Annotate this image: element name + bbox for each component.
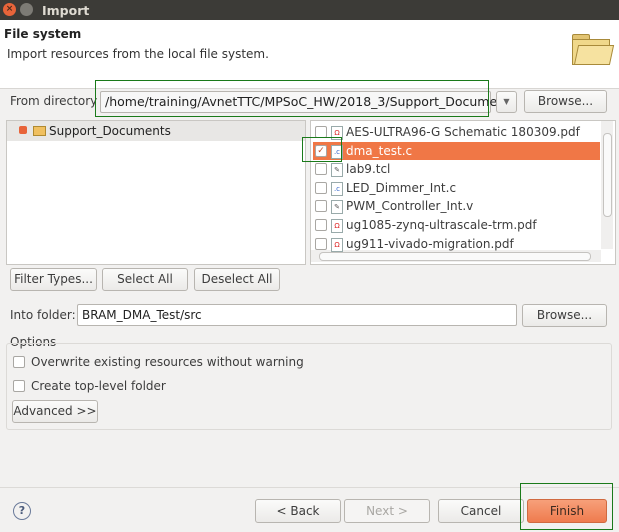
- title-bar: × Import: [0, 0, 619, 20]
- file-list-item[interactable]: ✎ PWM_Controller_Int.v: [313, 197, 600, 215]
- folder-open-icon: [570, 34, 615, 65]
- file-name: AES-ULTRA96-G Schematic 180309.pdf: [346, 125, 580, 139]
- file-name: dma_test.c: [346, 143, 413, 158]
- folder-icon: [33, 126, 46, 136]
- file-checkbox[interactable]: [315, 237, 327, 250]
- window-title: Import: [42, 3, 90, 18]
- file-name: ug911-vivado-migration.pdf: [346, 236, 514, 251]
- vertical-scrollbar[interactable]: [601, 121, 613, 249]
- help-icon[interactable]: ?: [13, 502, 31, 520]
- minimize-icon[interactable]: [20, 3, 33, 16]
- highlight-box: [302, 137, 342, 162]
- c-file-icon: .c: [331, 181, 343, 196]
- select-all-button[interactable]: Select All: [102, 268, 188, 291]
- file-list: Ω AES-ULTRA96-G Schematic 180309.pdf ✓ .c dm…: [310, 120, 616, 265]
- script-file-icon: ✎: [331, 163, 343, 178]
- overwrite-checkbox[interactable]: [13, 356, 25, 368]
- pdf-icon: Ω: [331, 219, 343, 233]
- highlight-box: [95, 80, 489, 117]
- highlight-box: [520, 483, 613, 530]
- file-checkbox[interactable]: [315, 200, 327, 213]
- cancel-button[interactable]: Cancel: [438, 499, 524, 523]
- page-title: File system: [4, 27, 82, 41]
- wizard-header: File system Import resources from the lo…: [0, 20, 619, 89]
- next-button[interactable]: Next >: [344, 499, 430, 523]
- tree-item-label: Support_Documents: [49, 124, 171, 138]
- chevron-down-icon[interactable]: ▼: [496, 91, 517, 113]
- file-name: LED_Dimmer_Int.c: [346, 180, 457, 195]
- create-top-level-label: Create top-level folder: [31, 379, 166, 393]
- file-list-item[interactable]: ✓ .c dma_test.c: [313, 141, 600, 160]
- file-list-item[interactable]: Ωug911-vivado-migration.pdf: [313, 235, 600, 253]
- filter-types-button[interactable]: Filter Types...: [10, 268, 97, 291]
- into-folder-input[interactable]: BRAM_DMA_Test/src: [77, 304, 517, 326]
- folder-tree: Support_Documents: [6, 120, 306, 265]
- browse-folder-button[interactable]: Browse...: [522, 304, 607, 327]
- page-description: Import resources from the local file sys…: [7, 47, 269, 61]
- file-checkbox[interactable]: [315, 163, 327, 176]
- overwrite-label: Overwrite existing resources without war…: [31, 355, 304, 369]
- advanced-button[interactable]: Advanced >>: [12, 400, 98, 423]
- file-checkbox[interactable]: [315, 181, 327, 194]
- back-button[interactable]: < Back: [255, 499, 341, 523]
- create-top-level-checkbox[interactable]: [13, 380, 25, 392]
- close-icon[interactable]: ×: [3, 3, 16, 16]
- from-directory-label: From directory: [10, 94, 98, 108]
- file-name: PWM_Controller_Int.v: [346, 199, 474, 214]
- file-checkbox[interactable]: [315, 219, 327, 231]
- file-list-item[interactable]: ✎ lab9.tcl: [313, 160, 600, 178]
- tree-item[interactable]: Support_Documents: [7, 121, 305, 141]
- file-list-item[interactable]: Ωug1085-zynq-ultrascale-trm.pdf: [313, 216, 600, 234]
- file-name: ug1085-zynq-ultrascale-trm.pdf: [346, 218, 537, 232]
- file-list-item[interactable]: .c LED_Dimmer_Int.c: [313, 179, 600, 197]
- partial-check-icon[interactable]: [19, 126, 27, 134]
- browse-directory-button[interactable]: Browse...: [524, 90, 607, 113]
- file-name: lab9.tcl: [346, 162, 391, 177]
- pdf-icon: Ω: [331, 237, 343, 252]
- into-folder-label: Into folder:: [10, 308, 76, 322]
- deselect-all-button[interactable]: Deselect All: [194, 268, 280, 291]
- file-list-item[interactable]: Ω AES-ULTRA96-G Schematic 180309.pdf: [313, 123, 600, 141]
- script-file-icon: ✎: [331, 200, 343, 215]
